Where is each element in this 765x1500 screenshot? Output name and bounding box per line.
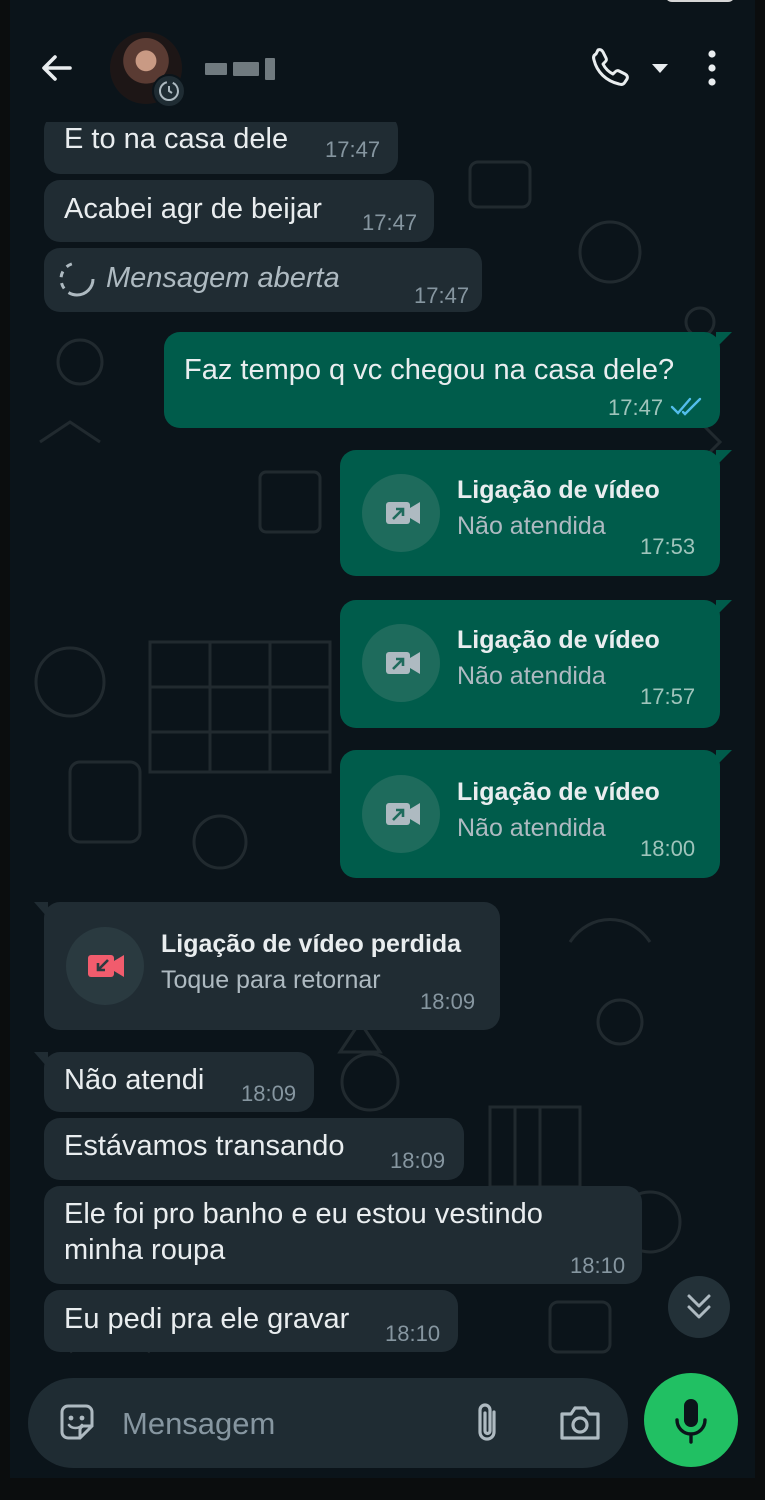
message-bubble-incoming[interactable]: Estávamos transando 18:09	[44, 1118, 464, 1180]
message-time: 18:10	[385, 1321, 441, 1346]
contact-name[interactable]	[205, 56, 275, 82]
missed-video-call[interactable]: Ligação de vídeo perdida Toque para reto…	[34, 902, 500, 1030]
sticker-emoji-icon[interactable]	[56, 1402, 98, 1444]
message-time: 18:09	[420, 989, 476, 1014]
message-time: 18:09	[241, 1081, 297, 1106]
message-time: 18:09	[390, 1148, 446, 1173]
more-vertical-icon[interactable]	[700, 44, 724, 92]
message-time: 17:47	[608, 395, 664, 420]
message-text: Mensagem aberta	[106, 262, 340, 294]
message-time: 17:47	[414, 283, 470, 308]
chat-header	[10, 0, 755, 122]
message-time: 17:47	[325, 137, 381, 162]
attach-paperclip-icon[interactable]	[464, 1398, 510, 1448]
call-title: Ligação de vídeo	[457, 778, 660, 806]
message-bubble-outgoing[interactable]: Faz tempo q vc chegou na casa dele? 17:4…	[164, 332, 732, 428]
call-status: Não atendida	[457, 512, 606, 540]
message-list[interactable]: E to na casa dele 17:47 Acabei agr de be…	[10, 122, 755, 1478]
message-bubble-incoming[interactable]: Não atendi 18:09	[34, 1052, 314, 1112]
microphone-icon	[675, 1399, 707, 1444]
status-bar-indicator	[665, 0, 735, 2]
message-time: 17:47	[362, 210, 418, 235]
message-time: 18:00	[640, 836, 696, 861]
message-text: Estávamos transando	[64, 1130, 345, 1162]
video-call-icon-circle	[362, 624, 440, 702]
missed-video-call-icon	[88, 955, 124, 977]
bubble-tail	[716, 600, 732, 616]
bubble-tail	[716, 750, 732, 766]
app-frame: E to na casa dele 17:47 Acabei agr de be…	[10, 0, 755, 1478]
call-status: Não atendida	[457, 814, 606, 842]
censored-name-block	[233, 62, 259, 76]
message-bubble-incoming[interactable]: Acabei agr de beijar 17:47	[44, 180, 434, 242]
message-text: Eu pedi pra ele gravar	[64, 1303, 350, 1335]
call-status: Não atendida	[457, 662, 606, 690]
message-bubble-incoming[interactable]: Eu pedi pra ele gravar 18:10	[44, 1290, 458, 1352]
message-input[interactable]	[120, 1400, 444, 1448]
view-once-message[interactable]: Mensagem aberta 17:47	[44, 248, 482, 312]
call-title: Ligação de vídeo perdida	[161, 930, 462, 958]
back-arrow-icon[interactable]	[36, 48, 76, 88]
bubble-tail	[716, 332, 732, 348]
double-check-read-icon	[670, 397, 702, 416]
call-title: Ligação de vídeo	[457, 626, 660, 654]
video-call-icon	[386, 803, 420, 825]
message-bubble-incoming[interactable]: Ele foi pro banho e eu estou vestindo mi…	[44, 1186, 642, 1284]
bubble-tail	[716, 450, 732, 466]
chevron-down-icon[interactable]	[646, 56, 674, 80]
message-time: 17:57	[640, 684, 696, 709]
video-call-icon-circle	[362, 775, 440, 853]
message-time: 18:10	[570, 1253, 626, 1278]
camera-icon[interactable]	[556, 1400, 604, 1446]
video-call-icon	[386, 652, 420, 674]
double-chevron-down-icon	[687, 1294, 711, 1319]
video-call-icon	[386, 502, 420, 524]
message-text: E to na casa dele	[64, 123, 289, 155]
call-icon[interactable]	[588, 44, 634, 90]
message-text-line2: minha roupa	[64, 1234, 226, 1266]
message-text: Faz tempo q vc chegou na casa dele?	[184, 354, 675, 386]
outgoing-video-call[interactable]: Ligação de vídeo Não atendida 18:00	[340, 750, 732, 878]
message-text: Não atendi	[64, 1064, 205, 1096]
bubble-tail	[34, 1052, 48, 1068]
outgoing-video-call[interactable]: Ligação de vídeo Não atendida 17:53	[340, 450, 732, 576]
censored-name-block	[265, 58, 275, 80]
message-composer	[28, 1378, 628, 1468]
view-once-icon	[59, 261, 95, 297]
disappearing-timer-icon	[152, 74, 186, 108]
outgoing-video-call[interactable]: Ligação de vídeo Não atendida 17:57	[340, 600, 732, 728]
bubble-tail	[34, 902, 48, 918]
voice-record-button[interactable]	[644, 1373, 738, 1467]
message-time: 17:53	[640, 534, 696, 559]
call-action-hint: Toque para retornar	[161, 966, 381, 994]
scroll-to-bottom-button[interactable]	[668, 1276, 730, 1338]
missed-call-icon-circle	[66, 927, 144, 1005]
video-call-icon-circle	[362, 474, 440, 552]
censored-name-block	[205, 63, 227, 75]
message-text: Acabei agr de beijar	[64, 193, 322, 225]
message-text: Ele foi pro banho e eu estou vestindo	[64, 1198, 543, 1230]
call-title: Ligação de vídeo	[457, 476, 660, 504]
message-bubble-incoming[interactable]: E to na casa dele 17:47	[44, 122, 398, 174]
